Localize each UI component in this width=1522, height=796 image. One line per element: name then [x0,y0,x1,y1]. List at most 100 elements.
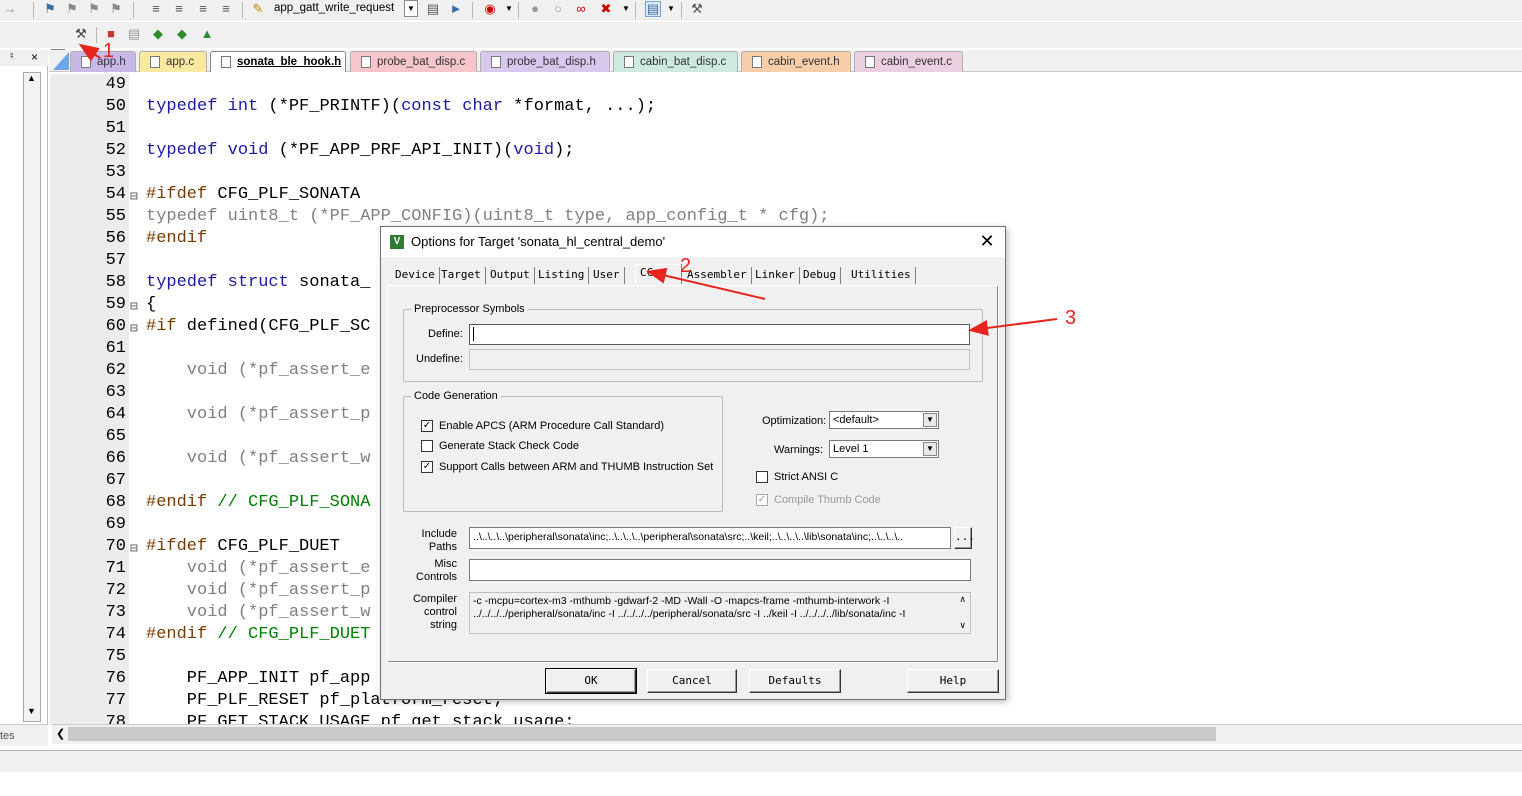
compiler-line-2: ../../../../peripheral/sonata/inc -I ../… [473,608,906,620]
comment-icon[interactable]: ≡ [195,1,211,17]
tab-linker[interactable]: Linker [751,267,800,284]
thumb-code-label: Compile Thumb Code [774,494,881,506]
chevron-down-icon[interactable]: ▼ [923,442,937,456]
define-input[interactable] [469,324,970,345]
uncomment-icon[interactable]: ≡ [218,1,234,17]
undefine-input[interactable] [469,349,970,370]
file-icon [491,56,501,68]
thumb-code-checkbox: ✓ [756,494,768,506]
tab-app-c[interactable]: app.c [139,51,207,72]
tab-output[interactable]: Output [486,267,535,284]
dialog-titlebar[interactable]: V Options for Target 'sonata_hl_central_… [381,227,1005,257]
tab-label: app.c [166,56,195,68]
include-paths-input[interactable]: ..\..\..\..\peripheral\sonata\inc;..\..\… [469,527,951,549]
prev-bookmark-icon[interactable]: ⚑ [64,1,80,17]
scroll-left-icon[interactable]: ❮ [56,727,65,740]
chevron-down-icon[interactable]: ▼ [663,1,679,17]
line-number: 71 [105,559,126,578]
target-options-icon[interactable]: ⚒ [73,26,89,42]
include-label: Include [421,528,457,540]
tab-sonata-ble-hook-h[interactable]: sonata_ble_hook.h [210,51,346,72]
select-packs-icon[interactable]: ◆ [150,26,166,42]
warnings-select[interactable]: Level 1 ▼ [829,440,939,458]
tab-utilities[interactable]: Utilities [847,267,916,284]
pack-installer-icon[interactable]: ▲ [199,26,215,42]
stack-check-checkbox[interactable] [421,440,433,452]
find-icon[interactable]: ▤ [425,1,441,17]
chevron-down-icon[interactable]: ▼ [618,1,634,17]
panel-tab-label[interactable]: tes [0,730,15,742]
compiler-control-string[interactable]: -c -mcpu=cortex-m3 -mthumb -gdwarf-2 -MD… [469,592,971,634]
toolbar-separator [518,2,519,18]
tab-assembler[interactable]: Assembler [683,267,752,284]
interwork-checkbox[interactable]: ✓ [421,461,433,473]
tab-cc[interactable]: CC [635,264,681,284]
fold-icon[interactable]: ⊟ [130,541,138,556]
pin-icon[interactable]: ♮ [10,51,14,62]
ok-button[interactable]: OK [545,668,637,694]
clear-bookmarks-icon[interactable]: ⚑ [108,1,124,17]
scroll-up-icon[interactable]: ∧ [959,593,966,606]
tab-listing[interactable]: Listing [534,267,590,284]
cancel-button[interactable]: Cancel [647,669,737,693]
incremental-find-icon[interactable]: ► [448,1,464,17]
toolbar-separator [472,2,473,18]
scroll-down-icon[interactable]: ∨ [959,619,966,632]
close-icon[interactable]: × [31,50,38,64]
disable-breakpoint-icon[interactable]: ○ [550,1,566,17]
kill-breakpoints-icon[interactable]: ∞ [573,1,589,17]
configure-icon[interactable]: ⚒ [689,1,705,17]
code-line-76: PF_APP_INIT pf_app [146,669,371,688]
paths-label: Paths [428,541,457,553]
rebuild-icon[interactable]: ▤ [126,26,142,42]
tab-probe-bat-disp-c[interactable]: probe_bat_disp.c [350,51,477,72]
panel-tabs[interactable]: tes [0,724,48,746]
help-button[interactable]: Help [907,669,999,693]
defaults-button[interactable]: Defaults [749,669,841,693]
strict-ansi-checkbox[interactable] [756,471,768,483]
fold-icon[interactable]: ⊟ [130,299,138,314]
tab-user[interactable]: User [589,267,625,284]
toolbar-separator [635,2,636,18]
manage-rte-icon[interactable]: ◆ [174,26,190,42]
include-paths-browse-button[interactable]: ... [954,527,975,549]
bookmark-icon[interactable]: ⚑ [42,1,58,17]
find-in-files-icon[interactable]: ✎ [250,1,266,17]
close-icon[interactable]: ✕ [977,231,997,251]
tab-debug[interactable]: Debug [799,267,842,284]
tab-probe-bat-disp-h[interactable]: probe_bat_disp.h [480,51,610,72]
unindent-icon[interactable]: ≡ [171,1,187,17]
scroll-down-icon[interactable]: ▼ [27,706,36,716]
file-icon [752,56,762,68]
define-label: Define: [428,328,463,340]
line-number: 77 [105,691,126,710]
tab-cabin-event-h[interactable]: cabin_event.h [741,51,851,72]
tab-corner-icon [53,52,69,70]
code-line-71: void (*pf_assert_e [146,559,371,578]
chevron-down-icon[interactable]: ▼ [501,1,517,17]
apcs-checkbox[interactable]: ✓ [421,420,433,432]
chevron-down-icon[interactable]: ▼ [923,413,937,427]
project-panel-scrollbar[interactable]: ▲ ▼ [23,72,41,722]
next-bookmark-icon[interactable]: ⚑ [86,1,102,17]
breakpoint-icon[interactable]: ● [527,1,543,17]
fold-icon[interactable]: ⊟ [130,189,138,204]
misc-controls-input[interactable] [469,559,971,581]
kill-all-breakpoints-icon[interactable]: ✖ [598,1,614,17]
fold-icon[interactable]: ⊟ [130,321,138,336]
tab-device[interactable]: Device [391,267,440,284]
hscroll-thumb[interactable] [68,727,1216,741]
back-arrow-icon[interactable]: → [2,1,18,17]
optimization-select[interactable]: <default> ▼ [829,411,939,429]
chevron-down-icon[interactable]: ▼ [404,0,418,17]
tab-target[interactable]: Target [437,267,486,284]
window-layout-icon[interactable]: ▤ [645,1,661,17]
controls-label: Controls [416,571,457,583]
tab-cabin-event-c[interactable]: cabin_event.c [854,51,963,72]
line-number: 60 [105,317,126,336]
indent-icon[interactable]: ≡ [148,1,164,17]
function-combo[interactable]: app_gatt_write_request ▼ [268,0,418,18]
scroll-up-icon[interactable]: ▲ [27,73,36,83]
tab-cabin-bat-disp-c[interactable]: cabin_bat_disp.c [613,51,738,72]
debug-session-icon[interactable]: ◉ [482,1,498,17]
